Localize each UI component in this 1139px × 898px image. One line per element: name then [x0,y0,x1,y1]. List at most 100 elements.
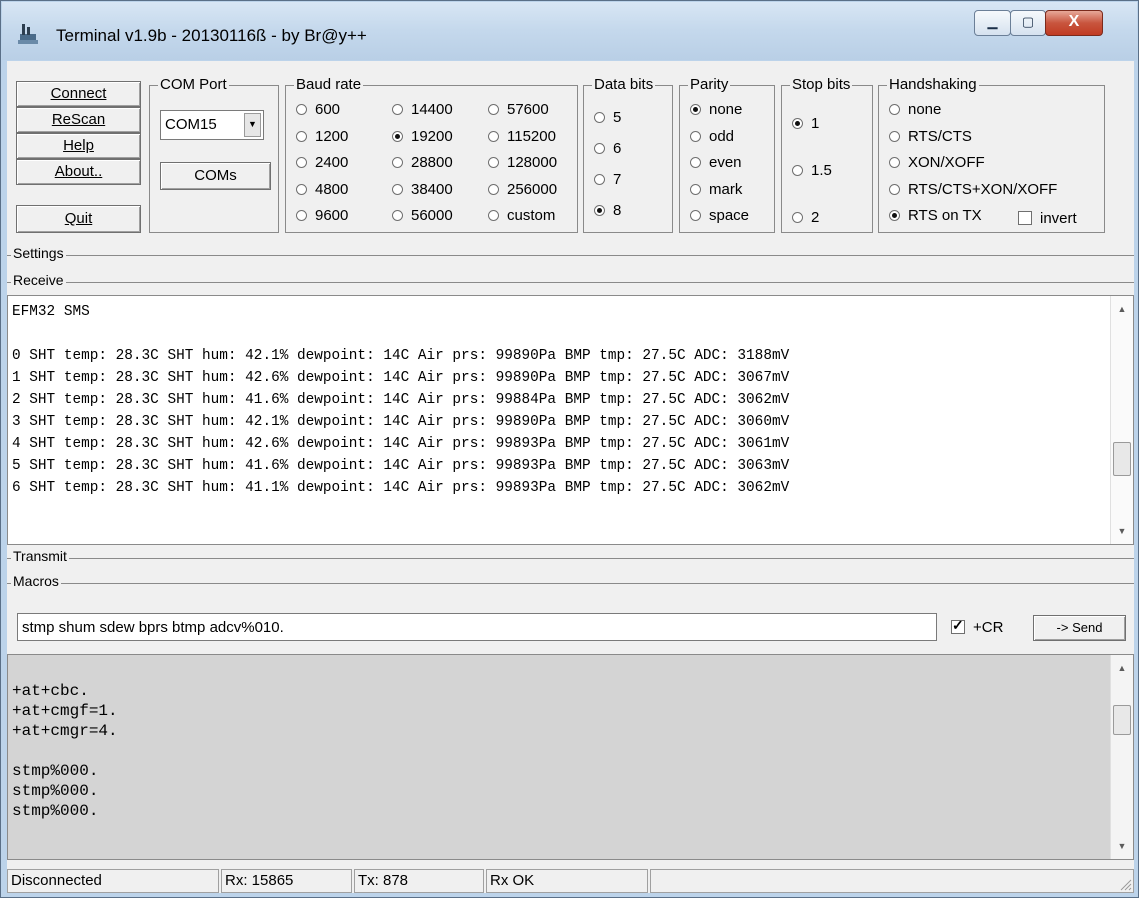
resize-grip-icon[interactable] [1118,877,1132,891]
baud-option-2400[interactable]: 2400 [296,155,348,171]
macros-section[interactable]: Macros [7,574,1134,588]
stop-bits-option-1[interactable]: 1 [792,116,819,132]
transmit-scrollbar[interactable]: ▲ ▼ [1110,655,1133,859]
radio-button-icon[interactable] [296,210,307,221]
quit-button[interactable]: Quit [16,205,141,233]
radio-button-icon[interactable] [594,174,605,185]
quit-label: Quit [64,210,93,227]
radio-button-icon[interactable] [392,183,403,195]
transmit-terminal[interactable]: +at+cbc. +at+cmgf=1. +at+cmgr=4. stmp%000.… [7,654,1134,860]
data-bits-option-5[interactable]: 5 [594,110,621,126]
parity-option-even[interactable]: even [690,155,742,171]
baud-option-38400[interactable]: 38400 [392,181,453,198]
handshake-option-3[interactable]: XON/XOFF [889,155,985,171]
radio-button-icon[interactable] [488,130,499,142]
radio-button-icon[interactable] [488,210,499,221]
minimize-button[interactable]: ▁ [974,10,1011,36]
baud-option-4800[interactable]: 4800 [296,181,348,198]
radio-button-icon[interactable] [889,210,900,221]
close-button[interactable]: X [1045,10,1103,36]
transmit-section[interactable]: Transmit [7,549,1134,563]
scroll-down-icon[interactable]: ▼ [1111,837,1133,855]
settings-section[interactable]: Settings [7,246,1134,260]
radio-button-icon[interactable] [690,210,701,221]
radio-button-icon[interactable] [690,157,701,168]
coms-button[interactable]: COMs [160,162,271,190]
maximize-button[interactable]: ▢ [1010,10,1046,36]
radio-button-icon[interactable] [792,118,803,129]
title-bar[interactable]: Terminal v1.9b - 20130116ß - by Br@y++ ▁… [2,2,1137,60]
parity-option-space[interactable]: space [690,208,749,224]
baud-option-19200[interactable]: 19200 [392,127,453,145]
handshake-option-1[interactable]: none [889,102,941,118]
receive-section[interactable]: Receive [7,273,1134,287]
cr-checkbox-box[interactable] [951,617,965,634]
radio-button-icon[interactable] [889,104,900,115]
radio-button-icon[interactable] [594,143,605,154]
radio-button-icon[interactable] [392,104,403,115]
radio-button-icon[interactable] [296,183,307,195]
radio-button-icon[interactable] [690,183,701,195]
handshake-option-2[interactable]: RTS/CTS [889,128,972,145]
baud-option-115200[interactable]: 115200 [488,128,556,145]
com-port-select[interactable]: COM15 ▼ [160,110,264,140]
radio-button-icon[interactable] [392,210,403,221]
about-button[interactable]: About.. [16,159,141,185]
baud-option-57600[interactable]: 57600 [488,102,549,118]
radio-button-icon[interactable] [296,104,307,115]
data-bits-option-7[interactable]: 7 [594,172,621,188]
stop-bits-option-2[interactable]: 2 [792,210,819,226]
connect-button[interactable]: Connect [16,81,141,107]
receive-terminal[interactable]: EFM32 SMS 0 SHT temp: 28.3C SHT hum: 42.… [7,295,1134,545]
radio-button-icon[interactable] [889,130,900,142]
baud-option-28800[interactable]: 28800 [392,155,453,171]
radio-button-icon[interactable] [296,130,307,142]
scroll-down-icon[interactable]: ▼ [1111,522,1133,540]
radio-button-icon[interactable] [690,130,701,142]
radio-button-icon[interactable] [594,205,605,216]
radio-button-icon[interactable] [792,165,803,176]
parity-option-odd[interactable]: odd [690,128,734,145]
radio-button-icon[interactable] [488,104,499,115]
invert-checkbox[interactable]: invert [1018,210,1077,227]
handshake-option-5[interactable]: RTS on TX [889,208,982,224]
radio-button-icon[interactable] [792,212,803,223]
baud-option-128000[interactable]: 128000 [488,155,557,171]
baud-option-19200-label: 19200 [411,127,453,145]
baud-option-256000[interactable]: 256000 [488,181,557,198]
receive-scrollbar[interactable]: ▲ ▼ [1110,296,1133,544]
chevron-down-icon[interactable]: ▼ [244,113,261,137]
baud-option-9600[interactable]: 9600 [296,208,348,224]
invert-checkbox-box[interactable] [1018,211,1032,225]
data-bits-option-6[interactable]: 6 [594,141,621,157]
radio-button-icon[interactable] [690,104,701,115]
scroll-up-icon[interactable]: ▲ [1111,659,1133,677]
baud-option-56000[interactable]: 56000 [392,208,453,224]
baud-option-600[interactable]: 600 [296,102,340,118]
radio-button-icon[interactable] [889,157,900,168]
rescan-button[interactable]: ReScan [16,107,141,133]
radio-button-icon[interactable] [488,157,499,168]
baud-option-1200[interactable]: 1200 [296,128,348,145]
parity-option-none[interactable]: none [690,102,742,118]
send-button[interactable]: -> Send [1033,615,1126,641]
scroll-thumb[interactable] [1113,705,1131,735]
com-port-label: COM Port [158,76,229,93]
command-input[interactable]: stmp shum sdew bprs btmp adcv%010. [17,613,937,641]
radio-button-icon[interactable] [488,183,499,195]
scroll-up-icon[interactable]: ▲ [1111,300,1133,318]
scroll-thumb[interactable] [1113,442,1131,476]
data-bits-option-8[interactable]: 8 [594,203,621,219]
baud-option-14400[interactable]: 14400 [392,102,453,118]
radio-button-icon[interactable] [392,157,403,168]
radio-button-icon[interactable] [296,157,307,168]
radio-button-icon[interactable] [594,112,605,123]
parity-option-mark[interactable]: mark [690,181,742,198]
cr-checkbox[interactable]: +CR [951,617,1003,636]
baud-option-custom[interactable]: custom [488,208,555,224]
handshake-option-4[interactable]: RTS/CTS+XON/XOFF [889,181,1057,198]
radio-button-icon[interactable] [392,130,403,142]
help-button[interactable]: Help [16,133,141,159]
radio-button-icon[interactable] [889,183,900,195]
stop-bits-option-1-5[interactable]: 1.5 [792,163,832,179]
